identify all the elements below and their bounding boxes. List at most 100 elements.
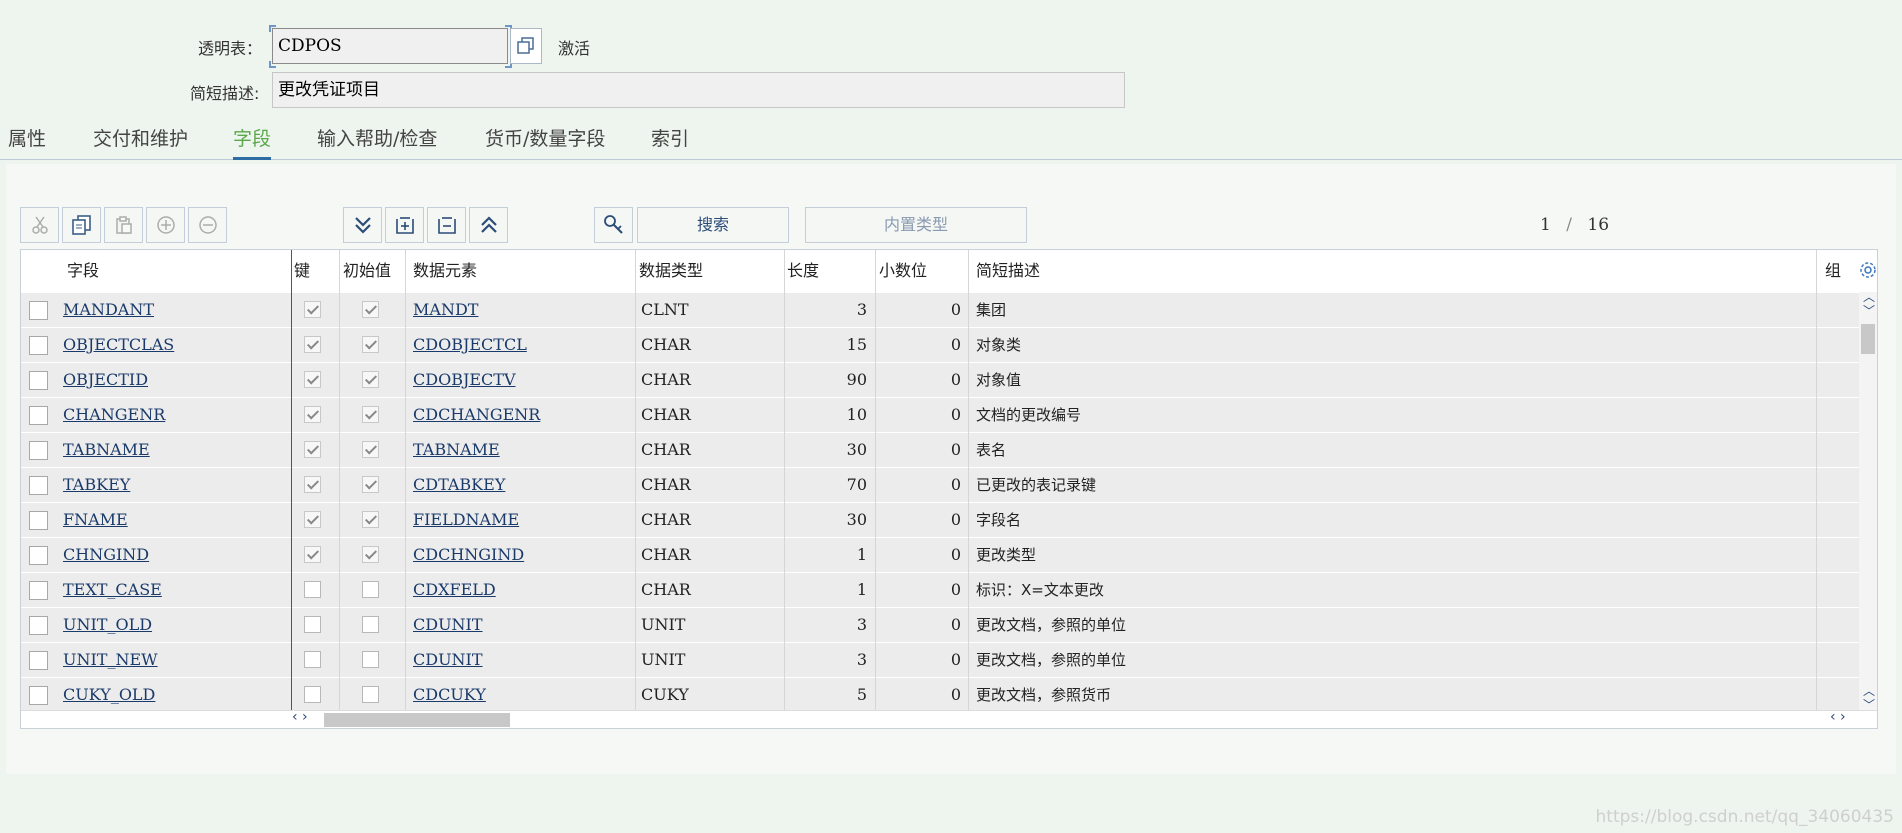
table-row[interactable]: TEXT_CASE CDXFELD CHAR 1 0 标识：X=文本更改 bbox=[21, 572, 1859, 607]
scroll-left-icon[interactable]: ‹ › bbox=[292, 709, 308, 725]
other-object-button[interactable] bbox=[510, 28, 542, 64]
horizontal-scroll-thumb[interactable] bbox=[324, 713, 510, 727]
initial-value-checkbox[interactable] bbox=[362, 616, 379, 633]
scroll-down-icon[interactable]: ﹀ bbox=[1863, 302, 1875, 319]
collapse-button[interactable] bbox=[427, 207, 466, 243]
tab-fields[interactable]: 字段 bbox=[233, 124, 271, 151]
field-name-link[interactable]: MANDANT bbox=[63, 293, 283, 327]
data-element-link[interactable]: CDOBJECTV bbox=[413, 363, 628, 397]
col-header-decimals[interactable]: 小数位 bbox=[879, 250, 927, 292]
data-element-link[interactable]: CDOBJECTCL bbox=[413, 328, 628, 362]
data-element-link[interactable]: CDUNIT bbox=[413, 643, 628, 677]
table-row[interactable]: TABNAME TABNAME CHAR 30 0 表名 bbox=[21, 432, 1859, 467]
row-select-checkbox[interactable] bbox=[29, 511, 48, 530]
key-checkbox[interactable] bbox=[304, 511, 321, 528]
tab-indexes[interactable]: 索引 bbox=[651, 124, 689, 151]
key-checkbox[interactable] bbox=[304, 406, 321, 423]
horizontal-scrollbar[interactable]: ‹ › ‹ › bbox=[21, 709, 1877, 728]
row-select-checkbox[interactable] bbox=[29, 686, 48, 705]
field-name-link[interactable]: CUKY_OLD bbox=[63, 678, 283, 712]
row-select-checkbox[interactable] bbox=[29, 546, 48, 565]
row-select-checkbox[interactable] bbox=[29, 651, 48, 670]
key-checkbox[interactable] bbox=[304, 476, 321, 493]
data-element-link[interactable]: CDXFELD bbox=[413, 573, 628, 607]
key-checkbox[interactable] bbox=[304, 616, 321, 633]
field-name-link[interactable]: UNIT_OLD bbox=[63, 608, 283, 642]
table-row[interactable]: UNIT_NEW CDUNIT UNIT 3 0 更改文档，参照的单位 bbox=[21, 642, 1859, 677]
col-header-group[interactable]: 组 bbox=[1825, 250, 1841, 292]
key-checkbox[interactable] bbox=[304, 301, 321, 318]
data-element-link[interactable]: CDCHNGIND bbox=[413, 538, 628, 572]
insert-row-button[interactable] bbox=[146, 207, 185, 243]
data-element-link[interactable]: TABNAME bbox=[413, 433, 628, 467]
key-checkbox[interactable] bbox=[304, 581, 321, 598]
data-element-link[interactable]: CDCHANGENR bbox=[413, 398, 628, 432]
row-select-checkbox[interactable] bbox=[29, 616, 48, 635]
col-header-initial[interactable]: 初始值 bbox=[343, 250, 391, 292]
row-select-checkbox[interactable] bbox=[29, 476, 48, 495]
row-select-checkbox[interactable] bbox=[29, 371, 48, 390]
copy-button[interactable] bbox=[62, 207, 101, 243]
table-row[interactable]: MANDANT MANDT CLNT 3 0 集团 bbox=[21, 292, 1859, 327]
table-row[interactable]: FNAME FIELDNAME CHAR 30 0 字段名 bbox=[21, 502, 1859, 537]
table-row[interactable]: OBJECTID CDOBJECTV CHAR 90 0 对象值 bbox=[21, 362, 1859, 397]
data-element-link[interactable]: CDUNIT bbox=[413, 608, 628, 642]
builtin-type-button[interactable]: 内置类型 bbox=[805, 207, 1027, 243]
initial-value-checkbox[interactable] bbox=[362, 301, 379, 318]
col-header-data-type[interactable]: 数据类型 bbox=[639, 250, 703, 292]
field-name-link[interactable]: CHANGENR bbox=[63, 398, 283, 432]
data-element-link[interactable]: MANDT bbox=[413, 293, 628, 327]
delete-row-button[interactable] bbox=[188, 207, 227, 243]
field-name-link[interactable]: UNIT_NEW bbox=[63, 643, 283, 677]
field-name-link[interactable]: TABNAME bbox=[63, 433, 283, 467]
key-checkbox[interactable] bbox=[304, 371, 321, 388]
key-button[interactable] bbox=[594, 207, 633, 243]
table-row[interactable]: CHNGIND CDCHNGIND CHAR 1 0 更改类型 bbox=[21, 537, 1859, 572]
data-element-link[interactable]: CDTABKEY bbox=[413, 468, 628, 502]
row-select-checkbox[interactable] bbox=[29, 301, 48, 320]
key-checkbox[interactable] bbox=[304, 686, 321, 703]
col-header-short-desc[interactable]: 简短描述 bbox=[976, 250, 1040, 292]
field-name-link[interactable]: TABKEY bbox=[63, 468, 283, 502]
tab-input-help[interactable]: 输入帮助/检查 bbox=[317, 124, 437, 151]
cut-button[interactable] bbox=[20, 207, 59, 243]
initial-value-checkbox[interactable] bbox=[362, 686, 379, 703]
initial-value-checkbox[interactable] bbox=[362, 651, 379, 668]
field-name-link[interactable]: OBJECTID bbox=[63, 363, 283, 397]
initial-value-checkbox[interactable] bbox=[362, 476, 379, 493]
short-desc-field[interactable]: 更改凭证项目 bbox=[272, 72, 1125, 108]
tab-delivery[interactable]: 交付和维护 bbox=[93, 124, 188, 151]
col-header-length[interactable]: 长度 bbox=[787, 250, 819, 292]
collapse-all-button[interactable] bbox=[469, 207, 508, 243]
initial-value-checkbox[interactable] bbox=[362, 511, 379, 528]
table-name-field[interactable]: CDPOS bbox=[272, 28, 508, 64]
initial-value-checkbox[interactable] bbox=[362, 546, 379, 563]
key-checkbox[interactable] bbox=[304, 651, 321, 668]
row-select-checkbox[interactable] bbox=[29, 336, 48, 355]
tab-attributes[interactable]: 属性 bbox=[8, 124, 46, 151]
table-row[interactable]: UNIT_OLD CDUNIT UNIT 3 0 更改文档，参照的单位 bbox=[21, 607, 1859, 642]
vertical-scroll-thumb[interactable] bbox=[1861, 324, 1875, 354]
key-checkbox[interactable] bbox=[304, 441, 321, 458]
expand-button[interactable] bbox=[385, 207, 424, 243]
field-name-link[interactable]: TEXT_CASE bbox=[63, 573, 283, 607]
tab-currency-qty[interactable]: 货币/数量字段 bbox=[485, 124, 605, 151]
initial-value-checkbox[interactable] bbox=[362, 441, 379, 458]
expand-all-button[interactable] bbox=[343, 207, 382, 243]
data-element-link[interactable]: FIELDNAME bbox=[413, 503, 628, 537]
col-header-data-element[interactable]: 数据元素 bbox=[413, 250, 477, 292]
col-header-key[interactable]: 键 bbox=[294, 250, 310, 292]
initial-value-checkbox[interactable] bbox=[362, 336, 379, 353]
scroll-right-icon[interactable]: ‹ › bbox=[1830, 709, 1846, 725]
initial-value-checkbox[interactable] bbox=[362, 581, 379, 598]
search-button[interactable]: 搜索 bbox=[637, 207, 789, 243]
paste-button[interactable] bbox=[104, 207, 143, 243]
key-checkbox[interactable] bbox=[304, 546, 321, 563]
vertical-scrollbar[interactable]: ︿ ﹀ ︿ ﹀ bbox=[1859, 290, 1877, 712]
table-row[interactable]: TABKEY CDTABKEY CHAR 70 0 已更改的表记录键 bbox=[21, 467, 1859, 502]
field-name-link[interactable]: FNAME bbox=[63, 503, 283, 537]
row-select-checkbox[interactable] bbox=[29, 406, 48, 425]
table-row[interactable]: CUKY_OLD CDCUKY CUKY 5 0 更改文档，参照货币 bbox=[21, 677, 1859, 712]
col-header-field[interactable]: 字段 bbox=[67, 250, 99, 292]
initial-value-checkbox[interactable] bbox=[362, 406, 379, 423]
